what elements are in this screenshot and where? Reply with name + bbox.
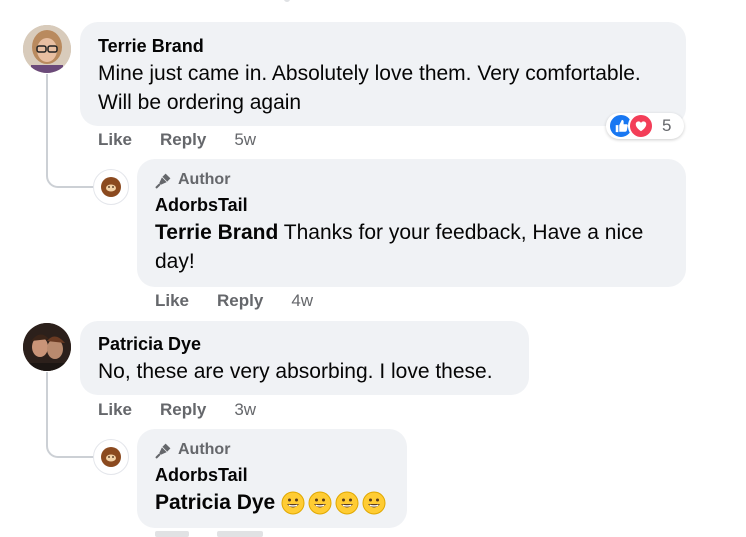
reply-bubble: Author AdorbsTail Terrie Brand Thanks fo…: [137, 159, 686, 287]
comment-text: No, these are very absorbing. I love the…: [98, 360, 493, 383]
author-badge: Author: [155, 171, 668, 189]
grinning-face-icon: [308, 491, 332, 514]
reply-author[interactable]: AdorbsTail: [155, 195, 668, 216]
reply-text: Patricia Dye: [155, 488, 389, 517]
reply-button[interactable]: Reply: [160, 130, 206, 150]
avatar-patricia-dye[interactable]: [23, 323, 71, 371]
comment-actions: Like Reply 5w: [98, 130, 256, 150]
reply-author[interactable]: AdorbsTail: [155, 465, 389, 486]
comment-timestamp[interactable]: 3w: [234, 400, 256, 420]
author-badge-label: Author: [178, 171, 231, 188]
mention-link[interactable]: Patricia Dye: [155, 488, 275, 517]
author-badge: Author: [155, 441, 389, 459]
avatar-adorbstail[interactable]: [93, 439, 129, 475]
reply-text: Terrie Brand Thanks for your feedback, H…: [155, 218, 668, 276]
avatar-adorbstail[interactable]: [93, 169, 129, 205]
comment-bubble: Terrie Brand Mine just came in. Absolute…: [80, 22, 686, 126]
brand-logo-icon: [101, 447, 121, 467]
like-button[interactable]: Like: [98, 400, 132, 420]
comment-timestamp[interactable]: 5w: [234, 130, 256, 150]
comment-actions: Like Reply 3w: [98, 400, 256, 420]
love-icon: [628, 113, 654, 139]
like-button[interactable]: Like: [98, 130, 132, 150]
reply-actions: Like Reply 4w: [155, 291, 313, 311]
reply-button[interactable]: Reply: [160, 400, 206, 420]
grinning-face-icon: [362, 491, 386, 514]
comment-author[interactable]: Patricia Dye: [98, 334, 511, 355]
like-button[interactable]: Like: [155, 291, 189, 311]
scroll-remnant: [284, 0, 290, 2]
brand-logo-icon: [101, 177, 121, 197]
comment-bubble: Patricia Dye No, these are very absorbin…: [80, 321, 529, 395]
reaction-summary[interactable]: 5: [606, 113, 684, 139]
avatar-terrie-brand[interactable]: [23, 25, 71, 73]
like-button[interactable]: [155, 531, 189, 537]
reply-button[interactable]: [217, 531, 263, 537]
microphone-icon: [155, 443, 171, 458]
microphone-icon: [155, 173, 171, 188]
emoji-group: [277, 491, 386, 515]
mention-link[interactable]: Terrie Brand: [155, 221, 278, 244]
grinning-face-icon: [335, 491, 359, 514]
reply-button[interactable]: Reply: [217, 291, 263, 311]
reply-timestamp[interactable]: 4w: [291, 291, 313, 311]
comment-text: Mine just came in. Absolutely love them.…: [98, 62, 641, 114]
grinning-face-icon: [281, 491, 305, 514]
comment-author[interactable]: Terrie Brand: [98, 36, 668, 57]
reply-bubble: Author AdorbsTail Patricia Dye: [137, 429, 407, 528]
author-badge-label: Author: [178, 441, 231, 458]
reply-actions-cutoff: [155, 531, 291, 537]
reaction-count: 5: [662, 116, 672, 135]
